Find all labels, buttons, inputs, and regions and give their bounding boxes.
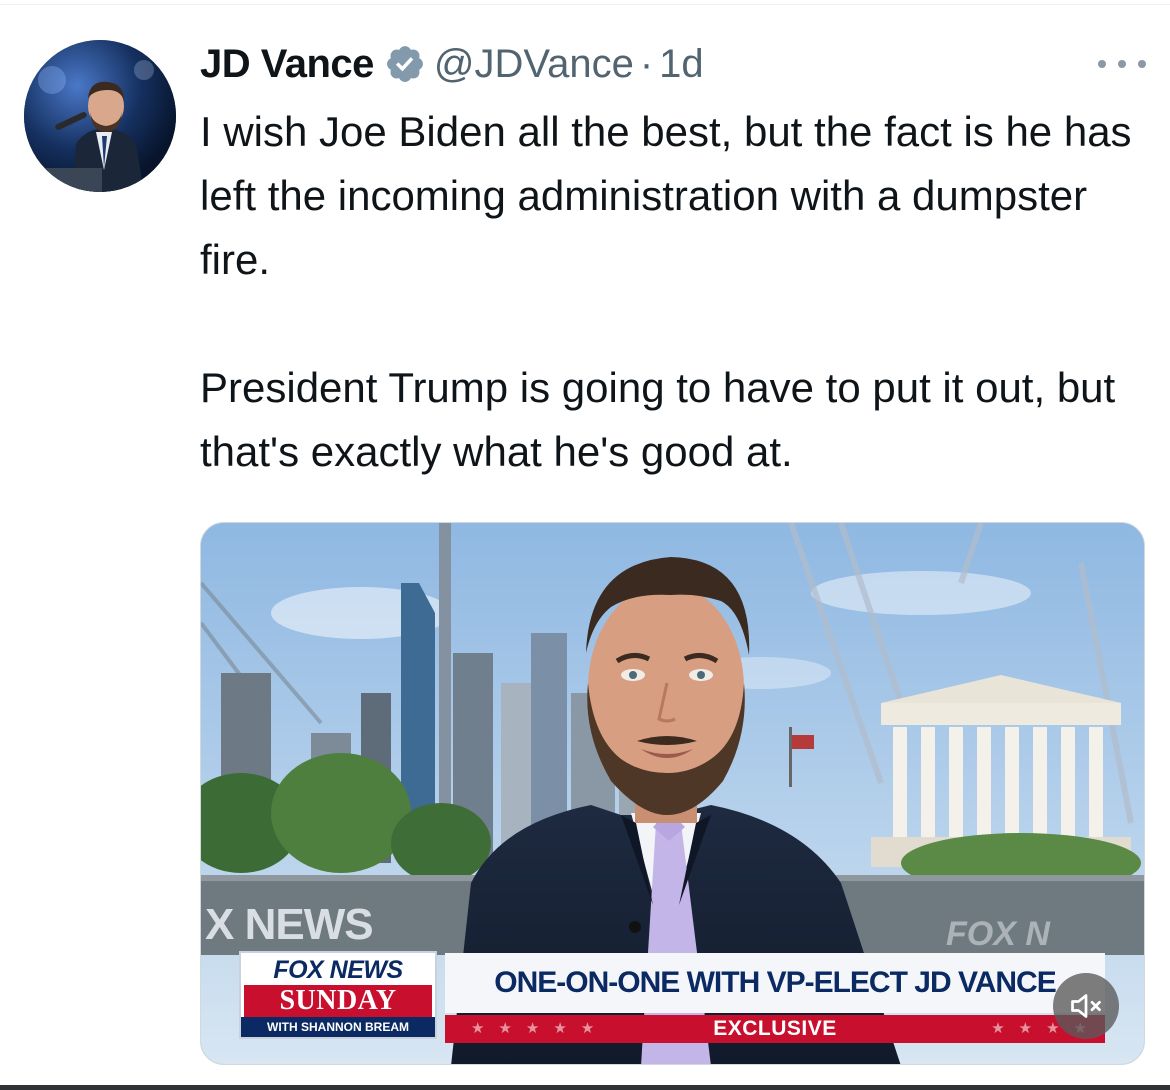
- show-title: SUNDAY: [244, 985, 432, 1017]
- tweet-media-video[interactable]: X NEWS FOX N FOX NEWS SUNDAY WITH SHANNO…: [200, 522, 1145, 1065]
- author-name[interactable]: JD Vance: [200, 42, 374, 87]
- show-host: WITH SHANNON BREAM: [241, 1017, 435, 1037]
- tweet-paragraph: I wish Joe Biden all the best, but the f…: [200, 108, 1132, 283]
- tweet-text: I wish Joe Biden all the best, but the f…: [200, 100, 1150, 484]
- star-decoration: ★★★★★: [471, 1020, 609, 1037]
- verified-badge-icon: [386, 46, 423, 82]
- exclusive-label: EXCLUSIVE: [713, 1017, 837, 1040]
- bottom-divider: [0, 1085, 1170, 1090]
- show-logo: FOX NEWS SUNDAY WITH SHANNON BREAM: [239, 951, 437, 1039]
- background-network-text: FOX N: [946, 915, 1050, 953]
- author-handle[interactable]: @JDVance: [434, 42, 634, 87]
- more-dot: [1118, 60, 1126, 68]
- speaker-muted-glyph: [1071, 994, 1101, 1018]
- tweet-timestamp[interactable]: 1d: [659, 42, 704, 87]
- chyron-exclusive-bar: ★★★★★ EXCLUSIVE ★★★★: [445, 1015, 1105, 1043]
- meta-separator: ·: [639, 41, 654, 86]
- more-dot: [1138, 60, 1146, 68]
- top-divider: [0, 4, 1170, 5]
- avatar-photo: [24, 40, 176, 192]
- tweet-paragraph: President Trump is going to have to put …: [200, 364, 1116, 475]
- network-logo: FOX NEWS: [273, 956, 403, 984]
- speaker-muted-icon[interactable]: [1053, 973, 1119, 1039]
- author-avatar[interactable]: [24, 40, 176, 192]
- more-dot: [1098, 60, 1106, 68]
- more-options-icon[interactable]: [1098, 50, 1146, 78]
- chyron-headline: ONE-ON-ONE WITH VP-ELECT JD VANCE: [445, 953, 1105, 1013]
- background-network-text: X NEWS: [205, 900, 374, 949]
- tweet-header: JD Vance @JDVance · 1d: [200, 36, 704, 92]
